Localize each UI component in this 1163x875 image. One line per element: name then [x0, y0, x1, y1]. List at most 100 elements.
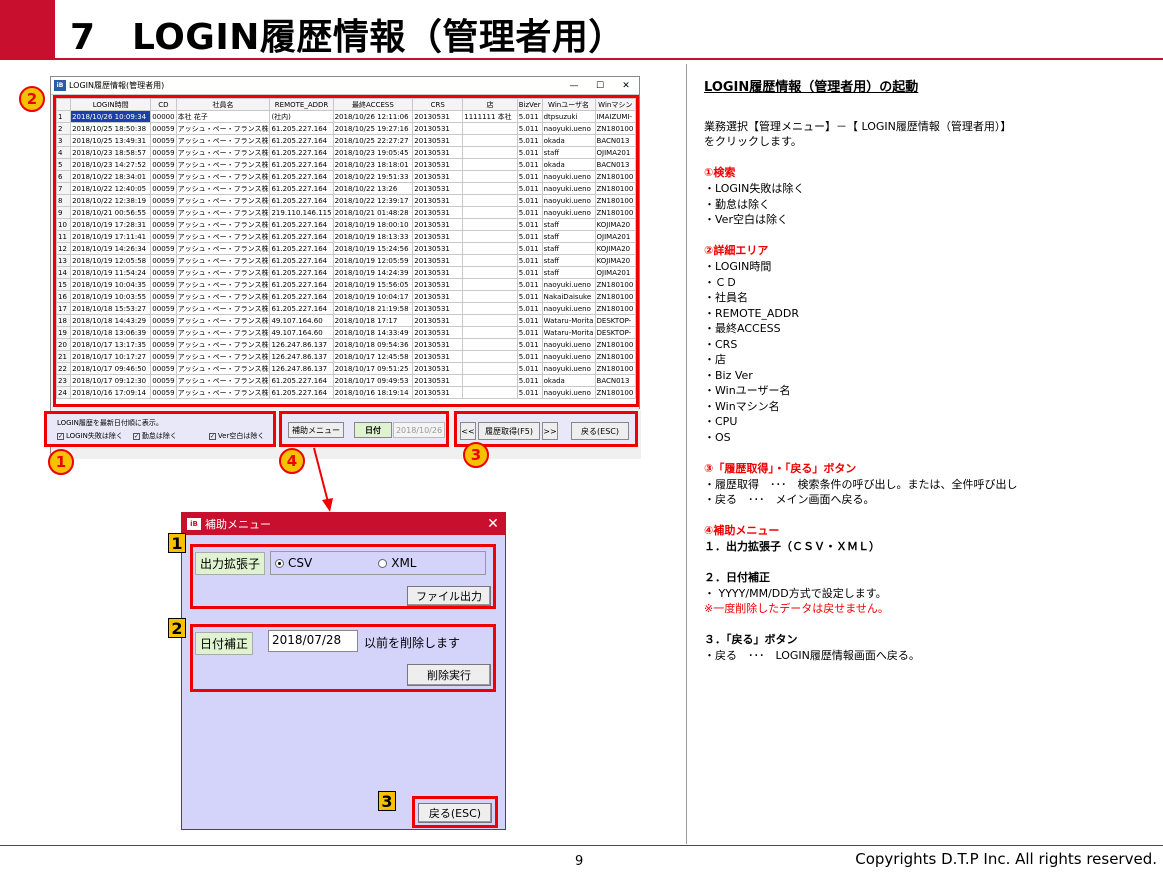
- table-cell[interactable]: 2018/10/26 10:09:34: [70, 110, 152, 123]
- table-row[interactable]: 13 2018/10/19 12:05:58 00059 アッシュ・ペー・フランス株 6…: [56, 254, 636, 267]
- row-number[interactable]: 17: [56, 302, 72, 315]
- prev-button[interactable]: <<: [460, 422, 476, 440]
- table-cell[interactable]: 61.205.227.164: [269, 230, 334, 243]
- table-cell[interactable]: [462, 326, 518, 339]
- column-header[interactable]: Winマシン: [594, 98, 636, 111]
- table-cell[interactable]: [462, 266, 518, 279]
- table-cell[interactable]: アッシュ・ペー・フランス株: [175, 194, 271, 207]
- table-cell[interactable]: naoyuki.ueno: [541, 170, 596, 183]
- table-cell[interactable]: 00059: [150, 170, 177, 183]
- table-cell[interactable]: [462, 134, 518, 147]
- table-cell[interactable]: 2018/10/19 17:11:41: [70, 230, 152, 243]
- table-cell[interactable]: 20130531: [412, 386, 464, 399]
- table-row[interactable]: 16 2018/10/19 10:03:55 00059 アッシュ・ペー・フランス株 6…: [56, 290, 636, 303]
- table-row[interactable]: 6 2018/10/22 18:34:01 00059 アッシュ・ペー・フランス株 61…: [56, 170, 636, 183]
- row-number[interactable]: 1: [56, 110, 72, 123]
- table-cell[interactable]: staff: [541, 146, 596, 159]
- table-cell[interactable]: 2018/10/25 19:27:16: [332, 122, 414, 135]
- delete-button[interactable]: 削除実行: [407, 664, 491, 686]
- table-cell[interactable]: naoyuki.ueno: [541, 362, 596, 375]
- table-cell[interactable]: 61.205.227.164: [269, 290, 334, 303]
- table-cell[interactable]: 2018/10/19 10:04:17: [332, 290, 414, 303]
- table-cell[interactable]: 2018/10/18 13:06:39: [70, 326, 152, 339]
- table-row[interactable]: 11 2018/10/19 17:11:41 00059 アッシュ・ペー・フランス株 6…: [56, 230, 636, 243]
- table-cell[interactable]: 00059: [150, 206, 177, 219]
- table-cell[interactable]: 00059: [150, 302, 177, 315]
- table-cell[interactable]: 2018/10/18 21:19:58: [332, 302, 414, 315]
- table-cell[interactable]: アッシュ・ペー・フランス株: [175, 122, 271, 135]
- row-number[interactable]: 21: [56, 350, 72, 363]
- table-cell[interactable]: 2018/10/25 18:50:38: [70, 122, 152, 135]
- table-cell[interactable]: 20130531: [412, 134, 464, 147]
- table-cell[interactable]: 61.205.227.164: [269, 122, 334, 135]
- table-cell[interactable]: OJIMA201: [594, 230, 636, 243]
- table-cell[interactable]: 2018/10/19 10:03:55: [70, 290, 152, 303]
- row-number[interactable]: 3: [56, 134, 72, 147]
- fetch-history-button[interactable]: 履歴取得(F5): [478, 422, 540, 440]
- table-cell[interactable]: DESKTOP-: [594, 314, 636, 327]
- table-cell[interactable]: [462, 122, 518, 135]
- table-cell[interactable]: 20130531: [412, 182, 464, 195]
- table-cell[interactable]: 00059: [150, 362, 177, 375]
- table-cell[interactable]: 5.011: [516, 122, 543, 135]
- table-cell[interactable]: 2018/10/19 10:04:35: [70, 278, 152, 291]
- table-cell[interactable]: 219.110.146.115: [269, 206, 334, 219]
- table-cell[interactable]: naoyuki.ueno: [541, 350, 596, 363]
- table-cell[interactable]: [462, 338, 518, 351]
- table-row[interactable]: 23 2018/10/17 09:12:30 00059 アッシュ・ペー・フランス株 6…: [56, 374, 636, 387]
- row-number[interactable]: 23: [56, 374, 72, 387]
- table-cell[interactable]: [462, 386, 518, 399]
- table-cell[interactable]: [462, 254, 518, 267]
- table-cell[interactable]: [462, 290, 518, 303]
- table-cell[interactable]: okada: [541, 374, 596, 387]
- table-cell[interactable]: 20130531: [412, 350, 464, 363]
- table-cell[interactable]: naoyuki.ueno: [541, 122, 596, 135]
- column-header[interactable]: CD: [150, 98, 177, 111]
- table-cell[interactable]: 2018/10/22 19:51:33: [332, 170, 414, 183]
- table-cell[interactable]: BACN013: [594, 158, 636, 171]
- table-cell[interactable]: 20130531: [412, 122, 464, 135]
- table-cell[interactable]: 00059: [150, 158, 177, 171]
- table-cell[interactable]: 5.011: [516, 266, 543, 279]
- back-button[interactable]: 戻る(ESC): [571, 422, 629, 440]
- table-cell[interactable]: 00059: [150, 266, 177, 279]
- table-cell[interactable]: 61.205.227.164: [269, 278, 334, 291]
- table-row[interactable]: 10 2018/10/19 17:28:31 00059 アッシュ・ペー・フランス株 6…: [56, 218, 636, 231]
- dialog-back-button[interactable]: 戻る(ESC): [418, 803, 492, 823]
- table-cell[interactable]: 2018/10/17 12:45:58: [332, 350, 414, 363]
- table-cell[interactable]: 本社 花子: [175, 110, 271, 123]
- table-cell[interactable]: [462, 302, 518, 315]
- table-cell[interactable]: 61.205.227.164: [269, 158, 334, 171]
- table-cell[interactable]: 1111111 本社: [462, 110, 518, 123]
- table-cell[interactable]: 61.205.227.164: [269, 134, 334, 147]
- row-number[interactable]: 12: [56, 242, 72, 255]
- table-cell[interactable]: 2018/10/25 13:49:31: [70, 134, 152, 147]
- table-cell[interactable]: 00059: [150, 338, 177, 351]
- row-number[interactable]: 4: [56, 146, 72, 159]
- table-cell[interactable]: 20130531: [412, 146, 464, 159]
- table-cell[interactable]: 20130531: [412, 314, 464, 327]
- table-cell[interactable]: 5.011: [516, 302, 543, 315]
- table-cell[interactable]: 2018/10/22 13:26: [332, 182, 414, 195]
- table-cell[interactable]: 00059: [150, 254, 177, 267]
- table-cell[interactable]: 61.205.227.164: [269, 374, 334, 387]
- table-cell[interactable]: 2018/10/23 19:05:45: [332, 146, 414, 159]
- column-header[interactable]: Winユーザ名: [541, 98, 596, 111]
- table-cell[interactable]: 5.011: [516, 290, 543, 303]
- column-header[interactable]: BizVer: [516, 98, 543, 111]
- table-cell[interactable]: 5.011: [516, 170, 543, 183]
- table-cell[interactable]: 2018/10/17 09:12:30: [70, 374, 152, 387]
- table-cell[interactable]: KOJIMA20: [594, 242, 636, 255]
- table-cell[interactable]: 2018/10/23 18:18:01: [332, 158, 414, 171]
- table-cell[interactable]: 00059: [150, 314, 177, 327]
- table-row[interactable]: 18 2018/10/18 14:43:29 00059 アッシュ・ペー・フランス株 4…: [56, 314, 636, 327]
- table-cell[interactable]: 20130531: [412, 230, 464, 243]
- next-button[interactable]: >>: [542, 422, 558, 440]
- table-cell[interactable]: 2018/10/23 14:27:52: [70, 158, 152, 171]
- table-cell[interactable]: 5.011: [516, 146, 543, 159]
- table-cell[interactable]: 2018/10/17 13:17:35: [70, 338, 152, 351]
- table-row[interactable]: 1 2018/10/26 10:09:34 00000 本社 花子 (社内) 2018/1…: [56, 110, 636, 123]
- table-cell[interactable]: [462, 278, 518, 291]
- table-cell[interactable]: [462, 158, 518, 171]
- table-cell[interactable]: 00059: [150, 122, 177, 135]
